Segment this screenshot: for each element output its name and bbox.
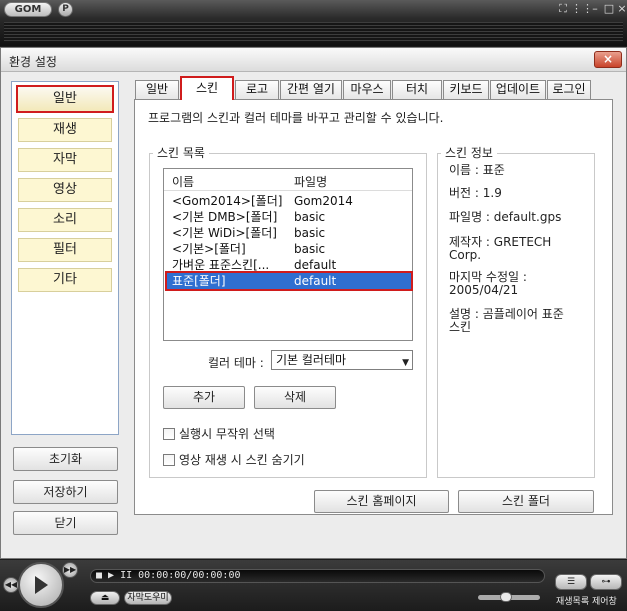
subtitle-helper-button[interactable]: 자막도우미 (124, 591, 172, 605)
play-icon (35, 576, 48, 594)
tab-mouse[interactable]: 마우스 (343, 80, 391, 99)
skin-info-version: 버전 : 1.9 (449, 186, 502, 200)
reset-button[interactable]: 초기화 (13, 447, 118, 471)
skin-row-file: basic (294, 226, 326, 240)
skin-row-name: <Gom2014>[폴더] (172, 194, 283, 208)
prev-icon[interactable]: ◀◀ (3, 577, 19, 593)
skin-row-file: default (294, 258, 337, 272)
dialog-title: 환경 설정 (9, 55, 57, 69)
playlist-icon[interactable]: ☰ (555, 574, 587, 590)
skin-row-name: 표준[폴더] (172, 274, 226, 288)
skin-row[interactable]: <기본>[폴더] basic (167, 241, 411, 257)
skin-row[interactable]: 가벼운 표준스킨[... default (167, 257, 411, 273)
category-audio[interactable]: 소리 (18, 208, 112, 232)
skin-folder-button[interactable]: 스킨 폴더 (458, 490, 594, 513)
skin-homepage-button[interactable]: 스킨 홈페이지 (314, 490, 449, 513)
category-list: 일반 재생 자막 영상 소리 필터 기타 (11, 81, 119, 435)
skin-row-name: <기본>[폴더] (172, 242, 246, 256)
playlist-label: 재생목록 (556, 597, 590, 607)
volume-knob[interactable] (500, 592, 512, 602)
skin-list-header: 이름 파일명 (164, 169, 412, 191)
dialog-close-button[interactable]: × (594, 51, 622, 68)
compact-mode-icon[interactable]: ⋮⋮ (571, 2, 593, 16)
close-button[interactable]: 닫기 (13, 511, 118, 535)
skin-row-file: basic (294, 242, 326, 256)
tab-update[interactable]: 업데이트 (490, 80, 546, 99)
skin-list[interactable]: 이름 파일명 <Gom2014>[폴더] Gom2014 <기본 DMB>[폴더… (163, 168, 413, 341)
random-skin-checkbox[interactable] (163, 428, 175, 440)
save-button[interactable]: 저장하기 (13, 480, 118, 504)
skin-row-name: 가벼운 표준스킨[... (172, 258, 270, 272)
category-general[interactable]: 일반 (16, 85, 114, 113)
category-video[interactable]: 영상 (18, 178, 112, 202)
color-theme-label: 컬러 테마 : (208, 356, 264, 370)
random-skin-label: 실행시 무작위 선택 (179, 427, 275, 441)
delete-skin-button[interactable]: 삭제 (254, 386, 336, 409)
skin-info-author-cont: Corp. (449, 248, 482, 262)
tab-login[interactable]: 로그인 (547, 80, 591, 99)
dialog-title-bar: 환경 설정 × (1, 48, 626, 72)
fullscreen-icon[interactable]: ⛶ (555, 2, 571, 16)
skin-description: 프로그램의 스킨과 컬러 테마를 바꾸고 관리할 수 있습니다. (148, 111, 444, 125)
category-etc[interactable]: 기타 (18, 268, 112, 292)
hide-skin-label: 영상 재생 시 스킨 숨기기 (179, 453, 305, 467)
skin-row-name: <기본 DMB>[폴더] (172, 210, 278, 224)
add-skin-button[interactable]: 추가 (163, 386, 245, 409)
control-panel-label: 제어창 (592, 597, 617, 607)
tab-quick-open[interactable]: 간편 열기 (280, 80, 342, 99)
tab-touch[interactable]: 터치 (392, 80, 442, 99)
preferences-dialog: 환경 설정 × 일반 재생 자막 영상 소리 필터 기타 초기화 저장하기 닫기… (0, 47, 627, 559)
plus-menu-button[interactable]: P (58, 2, 73, 17)
skin-row-file: basic (294, 210, 326, 224)
chevron-down-icon: ▼ (402, 358, 409, 368)
color-theme-value: 기본 컬러테마 (276, 353, 347, 367)
category-filter[interactable]: 필터 (18, 238, 112, 262)
column-header-file[interactable]: 파일명 (294, 173, 327, 190)
skin-list-group-label: 스킨 목록 (153, 144, 209, 161)
player-screen-stripes (4, 22, 623, 42)
close-icon[interactable]: × (614, 2, 627, 16)
gom-logo[interactable]: GOM (4, 2, 52, 17)
skin-row-file: default (294, 274, 337, 288)
time-display: ■ ▶ II 00:00:00/00:00:00 (96, 570, 241, 581)
skin-info-description-cont: 스킨 (449, 320, 472, 334)
eject-button[interactable]: ⏏ (90, 591, 120, 605)
category-subtitle[interactable]: 자막 (18, 148, 112, 172)
skin-info-filename: 파일명 : default.gps (449, 210, 562, 224)
skin-row-selected[interactable]: 표준[폴더] default (165, 271, 413, 291)
hide-skin-option[interactable]: 영상 재생 시 스킨 숨기기 (163, 451, 305, 468)
player-title-bar: GOM P ⛶ ⋮⋮ – □ × (0, 0, 627, 46)
skin-info-modified-date: 2005/04/21 (449, 283, 519, 297)
category-playback[interactable]: 재생 (18, 118, 112, 142)
tab-general[interactable]: 일반 (135, 80, 179, 99)
next-icon[interactable]: ▶▶ (62, 562, 78, 578)
skin-row-file: Gom2014 (294, 194, 353, 208)
tab-keyboard[interactable]: 키보드 (443, 80, 489, 99)
column-header-name[interactable]: 이름 (172, 173, 194, 190)
skin-row-name: <기본 WiDi>[폴더] (172, 226, 277, 240)
skin-row[interactable]: <Gom2014>[폴더] Gom2014 (167, 193, 411, 209)
tab-skin[interactable]: 스킨 (180, 76, 234, 100)
random-skin-option[interactable]: 실행시 무작위 선택 (163, 425, 275, 442)
hide-skin-checkbox[interactable] (163, 454, 175, 466)
skin-info-name: 이름 : 표준 (449, 163, 505, 177)
skin-row[interactable]: <기본 DMB>[폴더] basic (167, 209, 411, 225)
skin-row[interactable]: <기본 WiDi>[폴더] basic (167, 225, 411, 241)
control-panel-icon[interactable]: ⊶ (590, 574, 622, 590)
color-theme-select[interactable]: 기본 컬러테마 ▼ (271, 350, 413, 370)
tab-logo[interactable]: 로고 (235, 80, 279, 99)
skin-info-group-label: 스킨 정보 (441, 144, 497, 161)
